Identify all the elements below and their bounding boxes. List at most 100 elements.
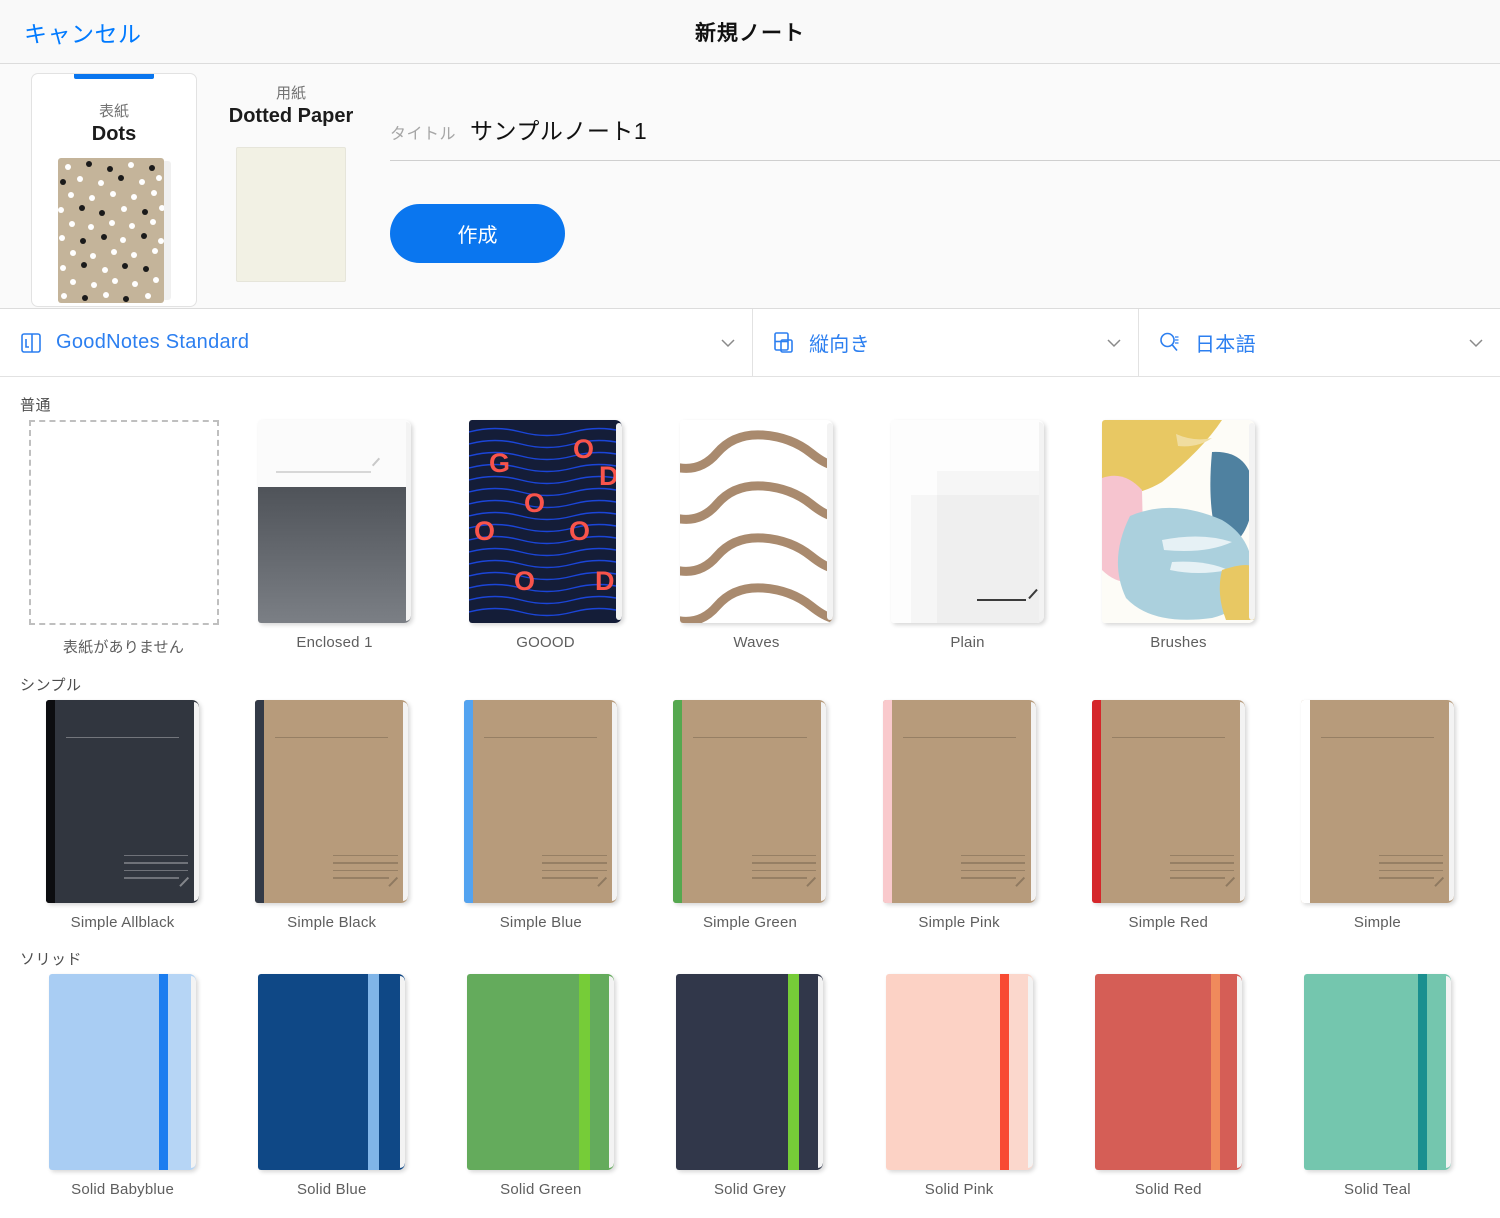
language-label: 日本語	[1195, 334, 1256, 356]
cover-thumbnail-simple	[1300, 700, 1454, 903]
cover-label: Simple Pink	[918, 914, 1000, 931]
selected-indicator-bar	[74, 74, 154, 79]
cover-thumbnail-solid-pink	[885, 974, 1033, 1170]
cover-item-simple-allblack[interactable]: Simple Allblack	[18, 700, 227, 931]
cover-label: Solid Teal	[1344, 1181, 1411, 1198]
cover-label: Solid Grey	[713, 1181, 786, 1198]
cover-label: Waves	[733, 634, 780, 651]
cover-label: Simple Red	[1128, 914, 1209, 931]
cover-item-simple-pink[interactable]: Simple Pink	[855, 700, 1064, 931]
cover-gallery: 普通 表紙がありません Enclosed 1 G O D O O O O D G…	[0, 394, 1500, 1198]
cover-label: Enclosed 1	[296, 634, 373, 651]
cover-thumbnail-simple-allblack	[46, 700, 200, 903]
template-selector-label: GoodNotes Standard	[56, 331, 250, 353]
orientation-portrait-icon	[771, 330, 797, 356]
create-button[interactable]: 作成	[390, 204, 565, 263]
cover-thumbnail-solid-teal	[1303, 974, 1451, 1170]
cover-label: Solid Green	[500, 1181, 582, 1198]
svg-text:O: O	[524, 488, 545, 518]
cancel-button[interactable]: キャンセル	[24, 15, 142, 49]
paper-name-label: Dotted Paper	[228, 105, 354, 127]
cover-item-solid-pink[interactable]: Solid Pink	[855, 974, 1064, 1198]
no-cover-placeholder	[28, 420, 219, 625]
cover-thumbnail-brushes	[1102, 420, 1255, 623]
paper-thumbnail	[236, 147, 346, 282]
cover-item-simple[interactable]: Simple	[1273, 700, 1482, 931]
selection-panel: 表紙 Dots 用紙 Dotted Paper タイトル サンプルノート1 作成	[0, 64, 1500, 309]
cover-label: Solid Pink	[924, 1181, 994, 1198]
cover-label: Plain	[950, 634, 985, 651]
paper-selector[interactable]: 用紙 Dotted Paper	[213, 82, 369, 282]
cover-item-solid-blue[interactable]: Solid Blue	[227, 974, 436, 1198]
section-title-simple: シンプル	[20, 677, 82, 694]
svg-text:D: D	[599, 461, 619, 491]
page-title: 新規ノート	[695, 21, 805, 45]
chevron-down-icon[interactable]	[718, 333, 738, 353]
notebook-icon	[18, 330, 44, 356]
cover-row-simple: Simple Allblack Simple Black Simple Blue…	[18, 700, 1482, 931]
cover-label: 表紙がありません	[62, 639, 185, 656]
cover-thumbnail-dots	[58, 158, 171, 303]
cover-thumbnail-simple-pink	[882, 700, 1036, 903]
cover-item-brushes[interactable]: Brushes	[1073, 420, 1284, 657]
language-selector[interactable]: 日本語	[1138, 309, 1500, 376]
svg-text:O: O	[573, 434, 594, 464]
orientation-label: 縦向き	[809, 334, 870, 356]
cover-label: Simple Allblack	[70, 914, 175, 931]
cover-kind-label: 表紙	[98, 103, 129, 120]
cover-item-simple-blue[interactable]: Simple Blue	[436, 700, 645, 931]
top-navigation-bar: キャンセル 新規ノート	[0, 0, 1500, 64]
svg-text:G: G	[489, 448, 510, 478]
language-search-icon	[1157, 330, 1183, 356]
cover-label: Solid Red	[1134, 1181, 1202, 1198]
cover-row-normal: 表紙がありません Enclosed 1 G O D O O O O D GOOO…	[18, 420, 1482, 657]
cover-thumbnail-solid-red	[1094, 974, 1242, 1170]
cover-item-solid-teal[interactable]: Solid Teal	[1273, 974, 1482, 1198]
cover-row-solid: Solid Babyblue Solid Blue Solid Green So…	[18, 974, 1482, 1198]
cover-selector-card[interactable]: 表紙 Dots	[31, 73, 197, 307]
cover-thumbnail-solid-green	[467, 974, 615, 1170]
chevron-down-icon[interactable]	[1466, 333, 1486, 353]
cover-thumbnail-goood: G O D O O O O D	[469, 420, 622, 623]
svg-text:O: O	[569, 516, 590, 546]
cover-label: Simple Green	[702, 914, 798, 931]
cover-item-plain[interactable]: Plain	[862, 420, 1073, 657]
cover-thumbnail-enclosed-1	[258, 420, 411, 623]
cover-thumbnail-simple-blue	[464, 700, 618, 903]
cover-item-no-cover[interactable]: 表紙がありません	[18, 420, 229, 657]
cover-label: Simple	[1353, 914, 1401, 931]
svg-text:O: O	[474, 516, 495, 546]
cover-thumbnail-waves	[680, 420, 833, 623]
cover-label: Solid Babyblue	[71, 1181, 174, 1198]
cover-item-solid-babyblue[interactable]: Solid Babyblue	[18, 974, 227, 1198]
cover-item-simple-red[interactable]: Simple Red	[1064, 700, 1273, 931]
cover-item-goood[interactable]: G O D O O O O D GOOOD	[440, 420, 651, 657]
cover-label: Solid Blue	[296, 1181, 367, 1198]
cover-item-solid-grey[interactable]: Solid Grey	[645, 974, 854, 1198]
cover-thumbnail-simple-green	[673, 700, 827, 903]
cover-label: Simple Black	[287, 914, 377, 931]
cover-label: Brushes	[1150, 634, 1207, 651]
cover-item-solid-green[interactable]: Solid Green	[436, 974, 645, 1198]
svg-text:D: D	[595, 566, 615, 596]
chevron-down-icon[interactable]	[1104, 333, 1124, 353]
option-toolbar: GoodNotes Standard 縦向き 日本語	[0, 309, 1500, 377]
template-selector[interactable]: GoodNotes Standard	[0, 309, 752, 376]
cover-item-simple-green[interactable]: Simple Green	[645, 700, 854, 931]
dots-cover-svg	[58, 158, 171, 303]
cover-item-solid-red[interactable]: Solid Red	[1064, 974, 1273, 1198]
cover-item-enclosed-1[interactable]: Enclosed 1	[229, 420, 440, 657]
title-field-label: タイトル	[390, 126, 457, 143]
title-input[interactable]: サンプルノート1	[470, 112, 647, 146]
title-input-row[interactable]: タイトル サンプルノート1	[390, 112, 1500, 161]
cover-item-simple-black[interactable]: Simple Black	[227, 700, 436, 931]
svg-text:O: O	[514, 566, 535, 596]
orientation-selector[interactable]: 縦向き	[752, 309, 1138, 376]
cover-thumbnail-solid-babyblue	[49, 974, 197, 1170]
cover-thumbnail-simple-black	[255, 700, 409, 903]
cover-item-waves[interactable]: Waves	[651, 420, 862, 657]
cover-name-label: Dots	[91, 123, 137, 145]
section-title-solid: ソリッド	[20, 951, 83, 968]
cover-thumbnail-solid-grey	[676, 974, 824, 1170]
cover-thumbnail-solid-blue	[258, 974, 406, 1170]
